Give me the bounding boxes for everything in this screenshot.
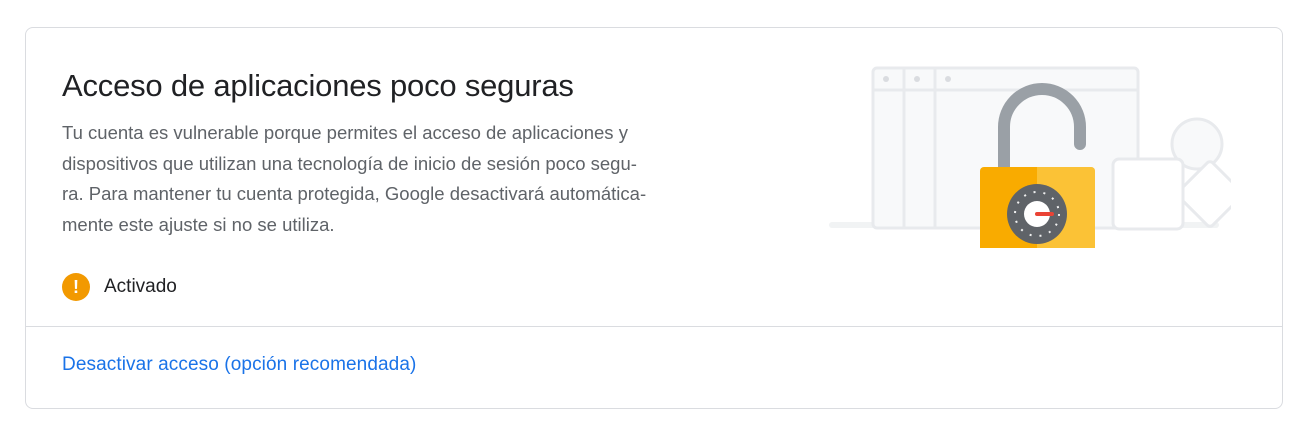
disable-access-link[interactable]: Desactivar acceso (opción recomendada) [62,354,416,376]
card-divider [26,326,1282,327]
status-row: ! Activado [62,273,177,301]
status-label: Activado [104,276,177,297]
less-secure-apps-card: Acceso de aplicaciones poco seguras Tu c… [25,27,1283,409]
dial-needle [1035,212,1054,216]
square-shape [1111,157,1185,231]
description-line: dispositivos que utilizan una tecnología… [62,152,637,174]
warning-icon: ! [62,273,90,301]
card-description: Tu cuenta es vulnerable porque permites … [62,118,752,240]
description-line: ra. Para mantener tu cuenta protegida, G… [62,183,647,204]
description-line: mente este ajuste si no se utiliza. [62,213,335,235]
open-padlock-illustration [829,66,1231,248]
description-line: Tu cuenta es vulnerable porque permites … [62,122,628,143]
card-title: Acceso de aplicaciones poco seguras [62,68,574,103]
